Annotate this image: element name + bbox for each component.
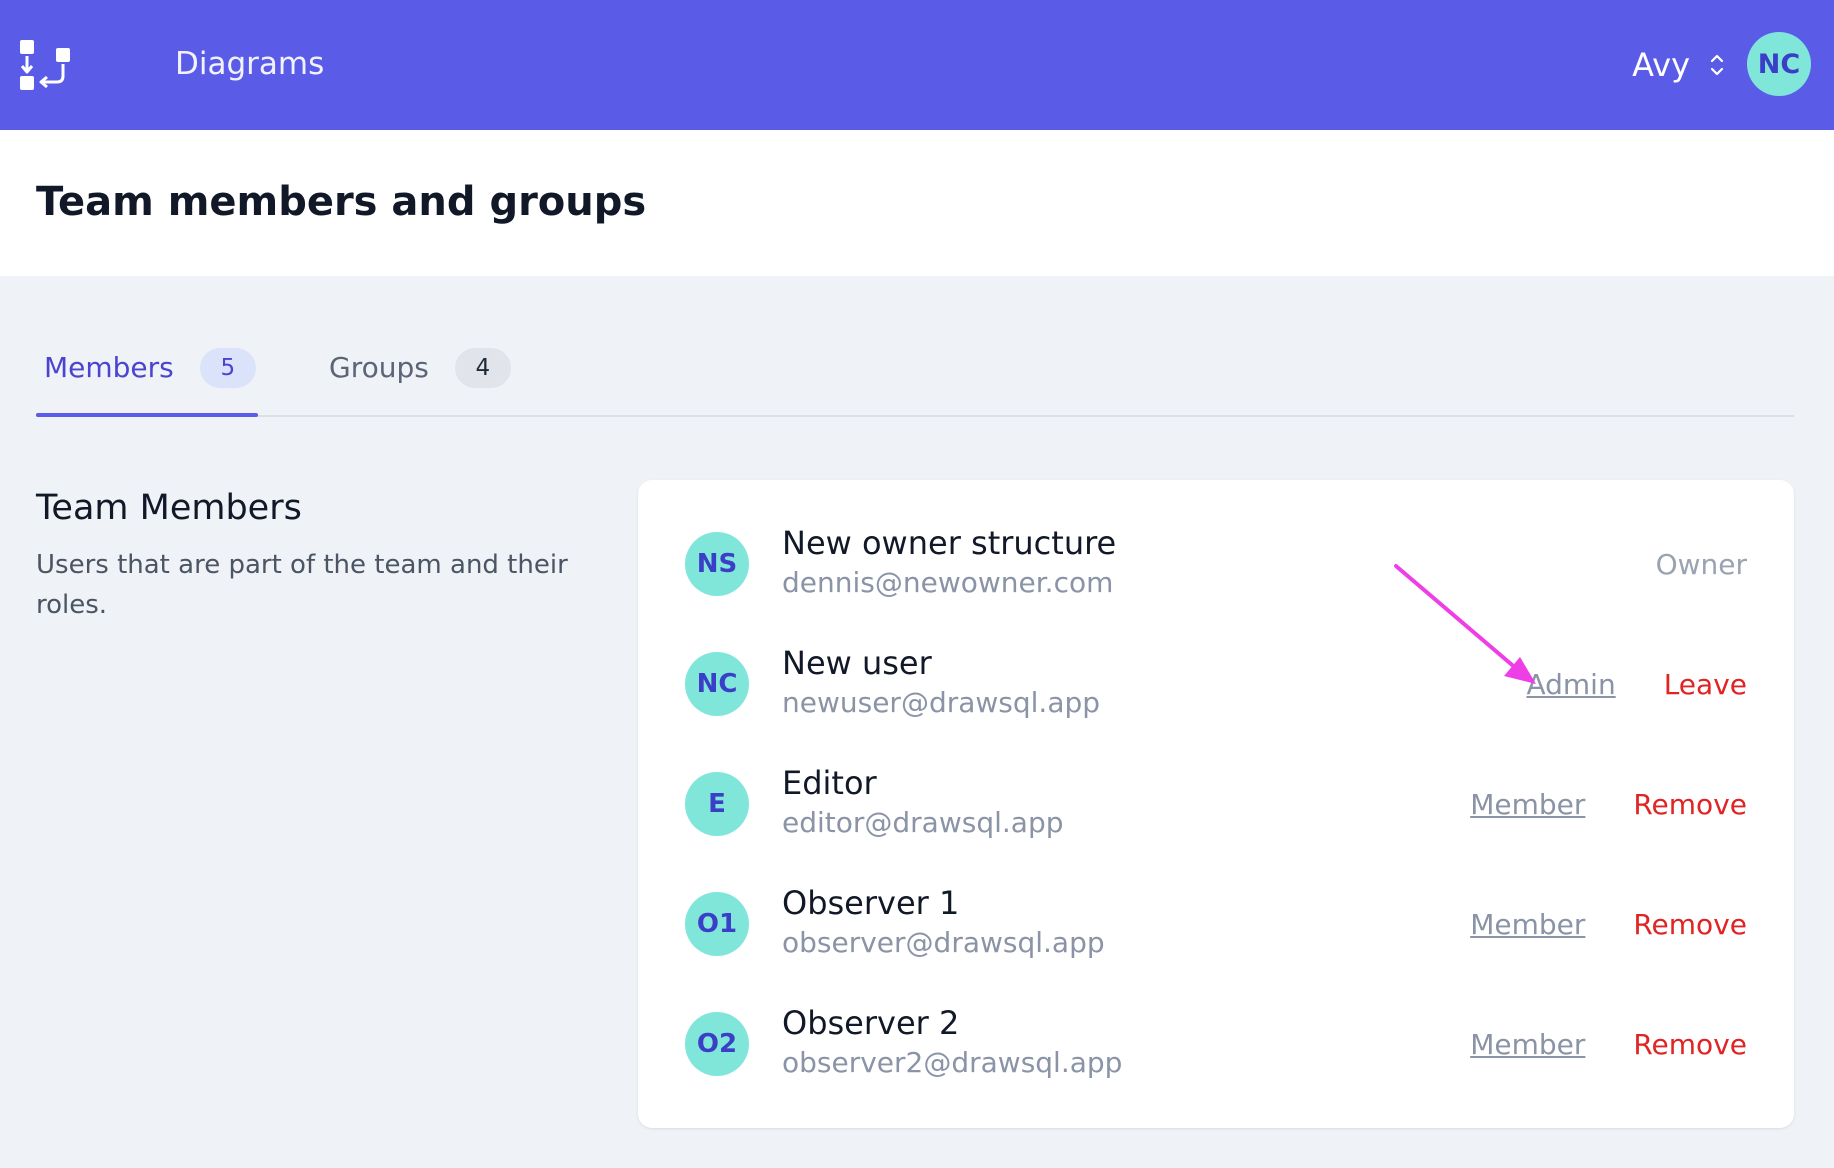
member-email: editor@drawsql.app: [782, 806, 1064, 839]
role-label-owner: Owner: [1655, 547, 1747, 581]
tabs: Members 5 Groups 4: [36, 320, 1794, 417]
page-title: Team members and groups: [36, 179, 647, 225]
member-actions: Admin Leave: [1526, 644, 1747, 724]
member-name: Observer 2: [782, 1004, 960, 1042]
remove-member-link[interactable]: Remove: [1633, 1028, 1747, 1061]
team-switcher[interactable]: Avy: [1632, 0, 1726, 130]
tab-groups[interactable]: Groups 4: [329, 320, 511, 415]
role-link-admin[interactable]: Admin: [1526, 668, 1615, 701]
member-actions: Member Remove: [1470, 1004, 1747, 1084]
leave-team-link[interactable]: Leave: [1664, 668, 1747, 701]
member-avatar: O1: [685, 892, 749, 956]
member-actions: Owner: [1656, 524, 1747, 604]
tab-members-label: Members: [44, 351, 174, 384]
member-email: newuser@drawsql.app: [782, 686, 1101, 719]
member-avatar: NC: [685, 652, 749, 716]
members-card: NS New owner structure dennis@newowner.c…: [638, 480, 1794, 1128]
member-avatar: E: [685, 772, 749, 836]
member-actions: Member Remove: [1470, 884, 1747, 964]
member-row: NC New user newuser@drawsql.app Admin Le…: [685, 644, 1747, 724]
chevron-up-down-icon: [1708, 52, 1726, 78]
top-navbar: Diagrams Avy NC: [0, 0, 1834, 130]
groups-count-badge: 4: [454, 347, 511, 388]
member-avatar: NS: [685, 532, 749, 596]
member-row: NS New owner structure dennis@newowner.c…: [685, 524, 1747, 604]
remove-member-link[interactable]: Remove: [1633, 908, 1747, 941]
member-name: New user: [782, 644, 932, 682]
diagram-flow-icon[interactable]: [16, 36, 76, 96]
member-email: dennis@newowner.com: [782, 566, 1114, 599]
member-email: observer@drawsql.app: [782, 926, 1105, 959]
member-name: New owner structure: [782, 524, 1117, 562]
member-actions: Member Remove: [1470, 764, 1747, 844]
member-row: O1 Observer 1 observer@drawsql.app Membe…: [685, 884, 1747, 964]
member-name: Editor: [782, 764, 877, 802]
tab-groups-label: Groups: [329, 351, 429, 384]
team-name: Avy: [1632, 46, 1690, 84]
nav-link-diagrams[interactable]: Diagrams: [175, 0, 324, 130]
section-description: Users that are part of the team and thei…: [36, 550, 568, 620]
tab-members[interactable]: Members 5: [36, 320, 258, 417]
member-avatar: O2: [685, 1012, 749, 1076]
remove-member-link[interactable]: Remove: [1633, 788, 1747, 821]
user-avatar[interactable]: NC: [1747, 32, 1811, 96]
role-link-member[interactable]: Member: [1470, 1028, 1585, 1061]
members-count-badge: 5: [199, 347, 256, 388]
member-name: Observer 1: [782, 884, 960, 922]
member-row: E Editor editor@drawsql.app Member Remov…: [685, 764, 1747, 844]
role-link-member[interactable]: Member: [1470, 908, 1585, 941]
role-link-member[interactable]: Member: [1470, 788, 1585, 821]
section-title: Team Members: [36, 488, 302, 528]
page-header: Team members and groups: [0, 130, 1834, 276]
member-email: observer2@drawsql.app: [782, 1046, 1123, 1079]
member-row: O2 Observer 2 observer2@drawsql.app Memb…: [685, 1004, 1747, 1084]
